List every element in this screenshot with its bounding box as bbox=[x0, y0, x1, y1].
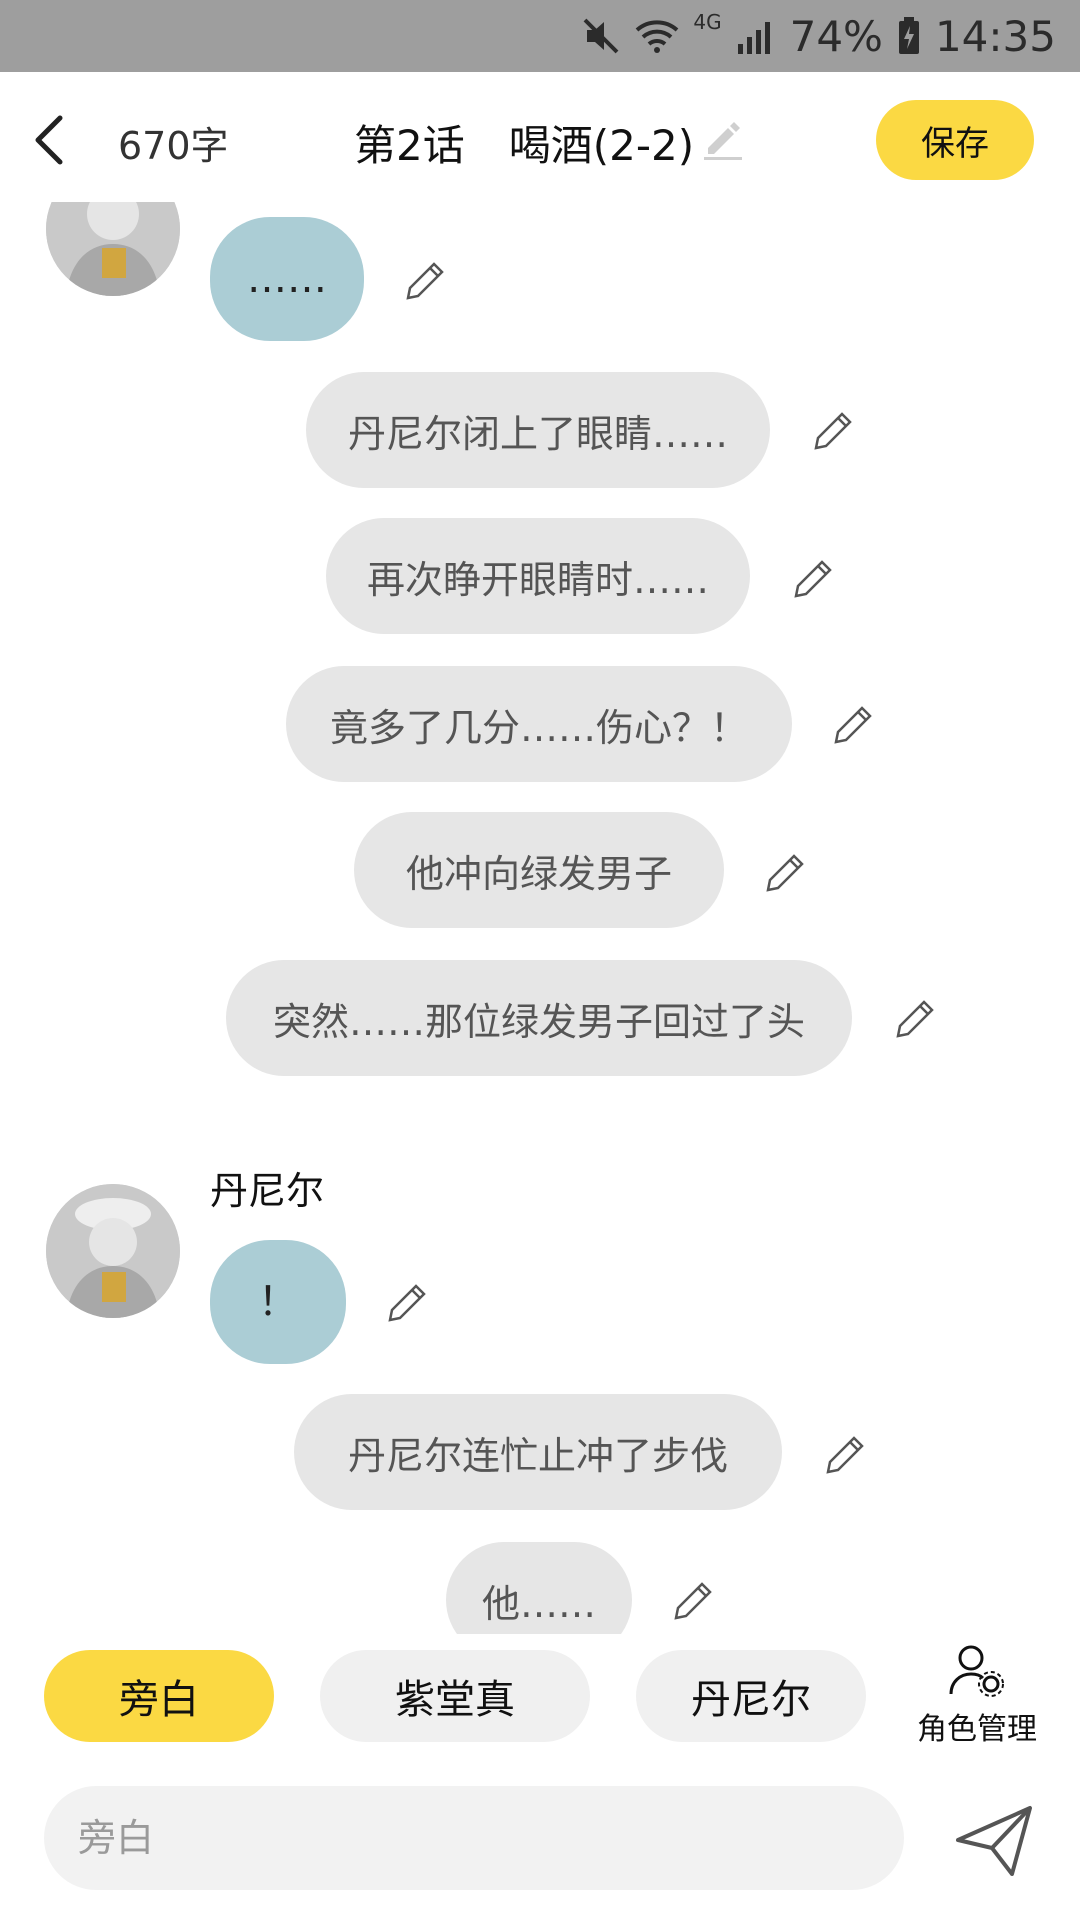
edit-pencil-icon[interactable] bbox=[832, 702, 876, 746]
mute-icon bbox=[583, 18, 619, 54]
status-icons: 4G 74% 14:35 bbox=[581, 0, 1056, 72]
battery-percent: 74% bbox=[789, 11, 883, 61]
edit-title-icon[interactable] bbox=[700, 116, 746, 162]
narration-bubble[interactable]: 丹尼尔连忙止冲了步伐 bbox=[294, 1394, 782, 1510]
battery-icon bbox=[898, 17, 919, 54]
character-portrait-icon bbox=[46, 1184, 180, 1318]
role-management-label: 角色管理 bbox=[917, 1712, 1037, 1747]
edit-pencil-icon[interactable] bbox=[764, 850, 808, 894]
edit-pencil-icon[interactable] bbox=[824, 1432, 868, 1476]
role-chip-daniel[interactable]: 丹尼尔 bbox=[636, 1650, 866, 1742]
edit-pencil-icon[interactable] bbox=[386, 1280, 430, 1324]
message-input[interactable] bbox=[44, 1786, 904, 1890]
user-settings-icon bbox=[949, 1645, 1004, 1697]
send-icon[interactable] bbox=[952, 1798, 1036, 1882]
role-chip-narrator[interactable]: 旁白 bbox=[44, 1650, 274, 1742]
narration-bubble[interactable]: 突然……那位绿发男子回过了头 bbox=[226, 960, 852, 1076]
save-button[interactable]: 保存 bbox=[876, 100, 1034, 180]
narration-bubble[interactable]: 再次睁开眼睛时…… bbox=[326, 518, 750, 634]
character-bubble[interactable]: …… bbox=[210, 217, 364, 341]
edit-pencil-icon[interactable] bbox=[404, 258, 448, 302]
character-portrait-icon bbox=[46, 202, 180, 296]
signal-icon bbox=[737, 22, 770, 54]
edit-pencil-icon[interactable] bbox=[894, 996, 938, 1040]
clock: 14:35 bbox=[934, 11, 1056, 61]
back-icon[interactable] bbox=[22, 110, 82, 170]
narration-bubble[interactable]: 丹尼尔闭上了眼睛…… bbox=[306, 372, 770, 488]
page-title: 第2话 喝酒(2-2) bbox=[354, 112, 694, 173]
edit-pencil-icon[interactable] bbox=[792, 556, 836, 600]
story-chat: …… 丹尼尔闭上了眼睛…… 再次睁开眼睛时…… 竟多了几分……伤心？！ 他冲向绿… bbox=[0, 202, 1080, 1634]
edit-pencil-icon[interactable] bbox=[672, 1578, 716, 1622]
network-type: 4G bbox=[693, 10, 722, 34]
word-count: 670字 bbox=[118, 124, 229, 168]
role-management-button[interactable]: 角色管理 bbox=[902, 1640, 1052, 1755]
episode-label: 第2话 bbox=[354, 121, 465, 170]
avatar bbox=[46, 202, 180, 296]
narration-bubble[interactable]: 竟多了几分……伤心？！ bbox=[286, 666, 792, 782]
narration-bubble[interactable]: 他冲向绿发男子 bbox=[354, 812, 724, 928]
chapter-title: 喝酒(2-2) bbox=[508, 121, 695, 170]
narration-bubble[interactable]: 他…… bbox=[446, 1542, 632, 1634]
character-name: 丹尼尔 bbox=[210, 1169, 325, 1213]
wifi-icon bbox=[636, 20, 679, 53]
edit-pencil-icon[interactable] bbox=[812, 408, 856, 452]
role-chip-zitangzhen[interactable]: 紫堂真 bbox=[320, 1650, 590, 1742]
avatar bbox=[46, 1184, 180, 1318]
character-bubble[interactable]: ！ bbox=[210, 1240, 346, 1364]
